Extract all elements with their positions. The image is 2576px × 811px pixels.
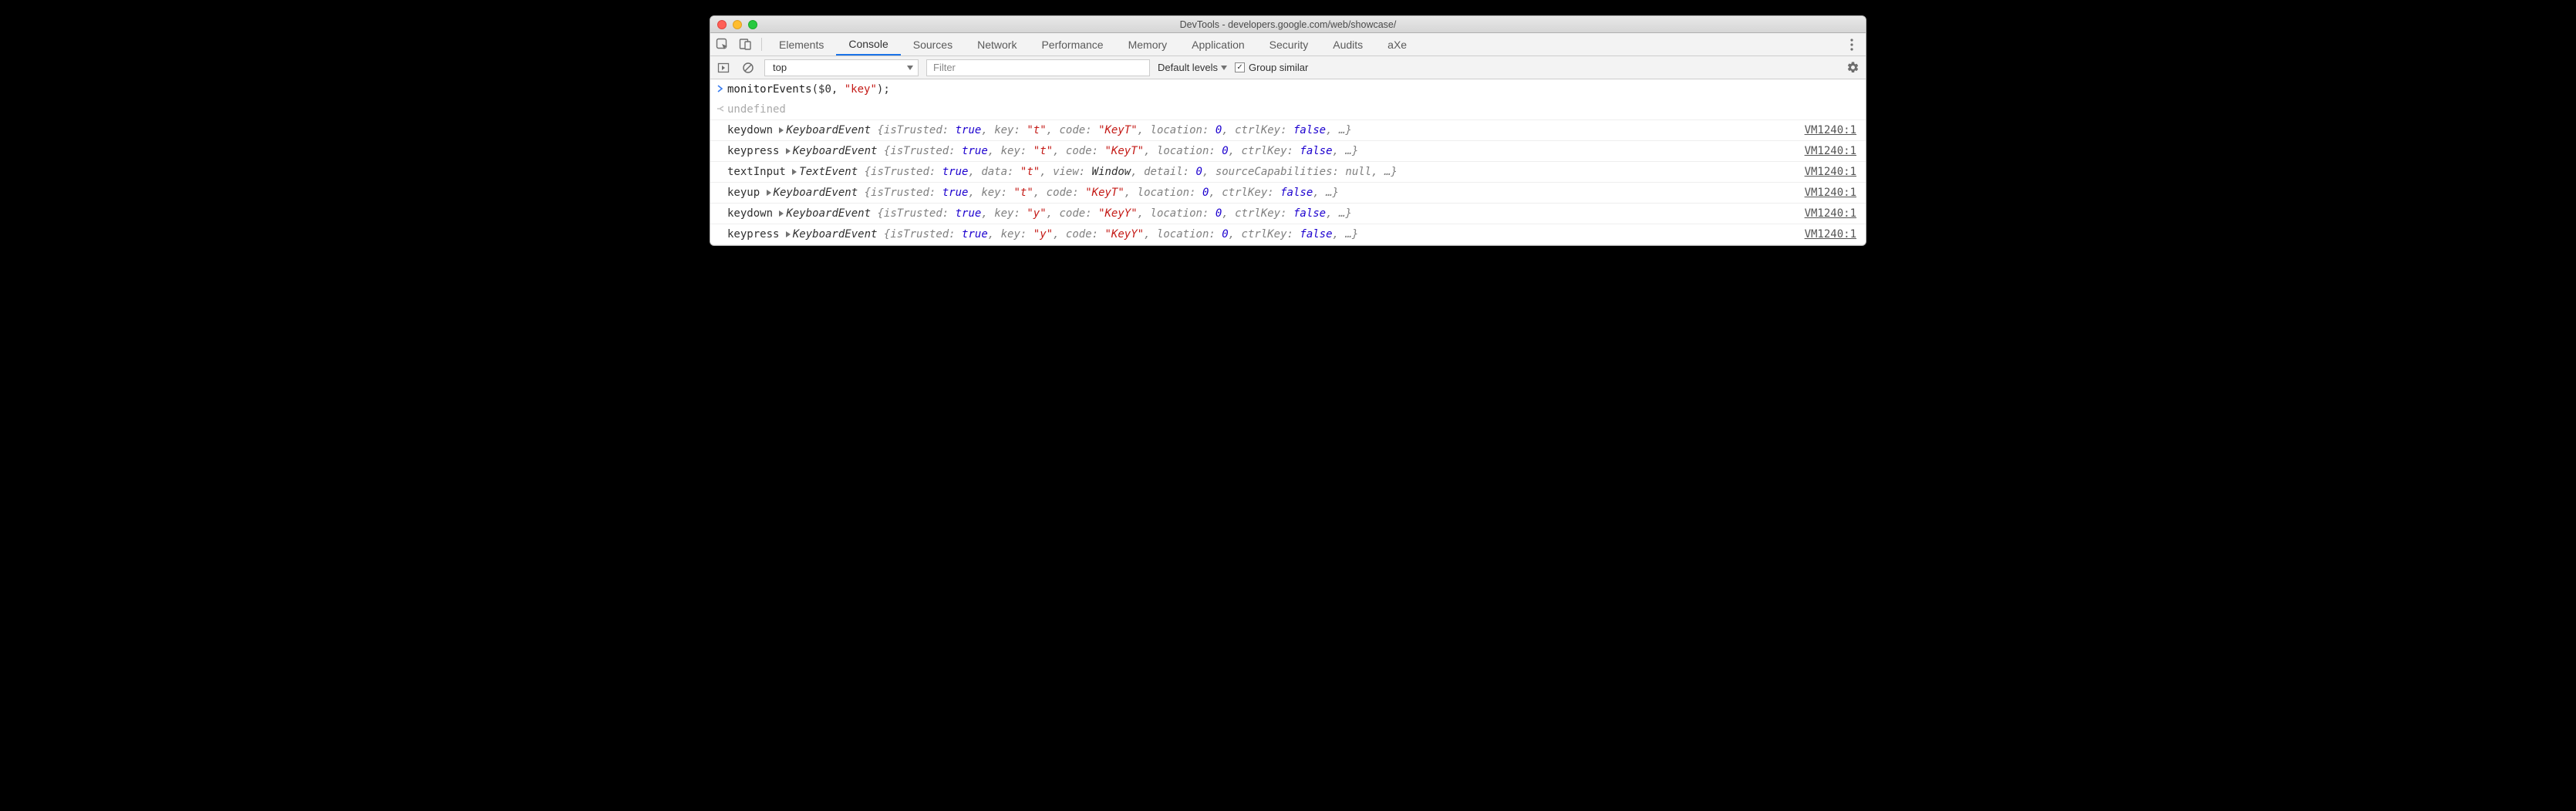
context-selector[interactable]: top (764, 59, 919, 76)
object-name: KeyboardEvent (793, 228, 884, 241)
tab-memory[interactable]: Memory (1116, 33, 1180, 56)
console-body: monitorEvents($0, "key"); undefined keyd… (710, 79, 1866, 245)
console-log-row[interactable]: keydown KeyboardEvent {isTrusted: true, … (710, 120, 1866, 141)
source-link[interactable]: VM1240:1 (1805, 226, 1861, 243)
filter-input[interactable]: Filter (926, 59, 1150, 76)
log-content: keydown KeyboardEvent {isTrusted: true, … (727, 205, 1805, 222)
expand-icon[interactable] (767, 190, 771, 196)
object-name: KeyboardEvent (774, 187, 865, 199)
group-similar-label: Group similar (1249, 62, 1308, 73)
console-result-row: undefined (710, 99, 1866, 120)
event-label: keydown (727, 124, 779, 136)
expand-icon[interactable] (786, 231, 791, 237)
tab-performance[interactable]: Performance (1029, 33, 1115, 56)
clear-console-icon[interactable] (740, 59, 757, 76)
console-input-row[interactable]: monitorEvents($0, "key"); (710, 79, 1866, 99)
panel-tabbar: ElementsConsoleSourcesNetworkPerformance… (710, 33, 1866, 56)
event-label: keypress (727, 145, 786, 157)
event-label: keyup (727, 187, 767, 199)
tab-elements[interactable]: Elements (767, 33, 836, 56)
console-log-row[interactable]: keydown KeyboardEvent {isTrusted: true, … (710, 204, 1866, 224)
tab-sources[interactable]: Sources (901, 33, 965, 56)
group-similar-checkbox[interactable]: ✓ Group similar (1235, 62, 1308, 73)
tab-network[interactable]: Network (965, 33, 1029, 56)
source-link[interactable]: VM1240:1 (1805, 205, 1861, 222)
console-toolbar: top Filter Default levels ✓ Group simila… (710, 56, 1866, 79)
expand-icon[interactable] (779, 210, 784, 217)
console-result-value: undefined (727, 101, 1861, 118)
chevron-down-icon (1221, 66, 1227, 70)
object-name: TextEvent (799, 166, 864, 178)
divider (761, 38, 762, 51)
object-name: KeyboardEvent (786, 124, 877, 136)
console-settings-icon[interactable] (1844, 59, 1861, 76)
tab-audits[interactable]: Audits (1320, 33, 1375, 56)
filter-placeholder: Filter (933, 62, 956, 73)
more-menu-icon[interactable] (1843, 39, 1861, 51)
window-title: DevTools - developers.google.com/web/sho… (1180, 19, 1397, 30)
result-icon (713, 101, 727, 118)
object-name: KeyboardEvent (786, 207, 877, 220)
inspect-element-icon[interactable] (710, 33, 733, 56)
console-log-row[interactable]: textInput TextEvent {isTrusted: true, da… (710, 162, 1866, 183)
log-content: keypress KeyboardEvent {isTrusted: true,… (727, 143, 1805, 160)
tab-security[interactable]: Security (1257, 33, 1321, 56)
expand-icon[interactable] (792, 169, 797, 175)
devtools-window: DevTools - developers.google.com/web/sho… (710, 15, 1866, 246)
chevron-down-icon (907, 66, 913, 70)
event-label: keydown (727, 207, 779, 220)
expand-icon[interactable] (779, 127, 784, 133)
execute-icon[interactable] (715, 59, 732, 76)
window-controls (710, 20, 757, 29)
context-selector-value: top (773, 62, 787, 73)
titlebar: DevTools - developers.google.com/web/sho… (710, 16, 1866, 33)
source-link[interactable]: VM1240:1 (1805, 184, 1861, 201)
log-content: keyup KeyboardEvent {isTrusted: true, ke… (727, 184, 1805, 201)
source-link[interactable]: VM1240:1 (1805, 122, 1861, 139)
device-toolbar-icon[interactable] (733, 33, 757, 56)
minimize-icon[interactable] (733, 20, 742, 29)
console-log-row[interactable]: keypress KeyboardEvent {isTrusted: true,… (710, 141, 1866, 162)
console-log-row[interactable]: keypress KeyboardEvent {isTrusted: true,… (710, 224, 1866, 245)
tab-axe[interactable]: aXe (1375, 33, 1419, 56)
console-log-row[interactable]: keyup KeyboardEvent {isTrusted: true, ke… (710, 183, 1866, 204)
zoom-icon[interactable] (748, 20, 757, 29)
event-label: textInput (727, 166, 792, 178)
console-input-content: monitorEvents($0, "key"); (727, 81, 1861, 98)
close-icon[interactable] (717, 20, 727, 29)
checkbox-icon: ✓ (1235, 62, 1245, 72)
tab-console[interactable]: Console (836, 33, 900, 56)
log-content: textInput TextEvent {isTrusted: true, da… (727, 163, 1805, 180)
source-link[interactable]: VM1240:1 (1805, 143, 1861, 160)
prompt-icon (713, 81, 727, 98)
log-levels-selector[interactable]: Default levels (1158, 62, 1227, 73)
tab-application[interactable]: Application (1179, 33, 1257, 56)
expand-icon[interactable] (786, 148, 791, 154)
source-link[interactable]: VM1240:1 (1805, 163, 1861, 180)
log-levels-label: Default levels (1158, 62, 1218, 73)
event-label: keypress (727, 228, 786, 241)
log-content: keypress KeyboardEvent {isTrusted: true,… (727, 226, 1805, 243)
log-content: keydown KeyboardEvent {isTrusted: true, … (727, 122, 1805, 139)
object-name: KeyboardEvent (793, 145, 884, 157)
